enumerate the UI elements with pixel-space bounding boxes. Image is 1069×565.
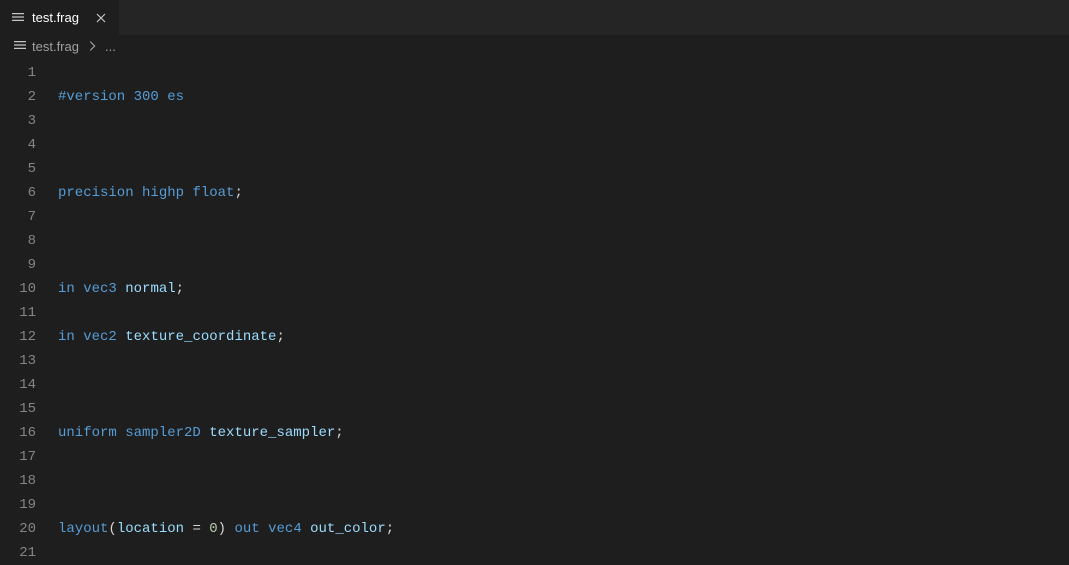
minimap[interactable] [1014,57,1069,565]
code-area[interactable]: #version 300 es precision highp float; i… [58,57,680,565]
code-token: texture_coordinate [125,329,276,345]
code-token: ; [335,425,343,441]
file-icon [12,38,28,54]
line-number: 9 [0,253,36,277]
line-number: 19 [0,493,36,517]
breadcrumb-more: ... [105,39,116,54]
code-token: vec3 [83,281,117,297]
tab-test-frag[interactable]: test.frag [0,0,120,35]
line-number: 20 [0,517,36,541]
line-number: 7 [0,205,36,229]
line-number: 16 [0,421,36,445]
code-token: out [234,521,259,537]
line-number: 13 [0,349,36,373]
breadcrumb-file: test.frag [32,39,79,54]
code-token: highp [142,185,184,201]
line-number-gutter: 123456789101112131415161718192021 [0,57,58,565]
code-token: vec4 [268,521,302,537]
line-number: 12 [0,325,36,349]
code-token: 0 [209,521,217,537]
code-token: layout [58,521,108,537]
code-token: #version [58,89,125,105]
code-token: = [184,521,209,537]
code-token: location [117,521,184,537]
code-token: ; [234,185,242,201]
code-token: ) [218,521,226,537]
tab-label: test.frag [32,10,79,25]
code-token: normal [125,281,175,297]
line-number: 8 [0,229,36,253]
line-number: 11 [0,301,36,325]
tab-bar: test.frag [0,0,1069,35]
line-number: 10 [0,277,36,301]
code-token: ; [386,521,394,537]
line-number: 2 [0,85,36,109]
code-token: texture_sampler [209,425,335,441]
close-icon[interactable] [93,10,109,26]
chevron-right-icon [83,39,101,53]
line-number: 21 [0,541,36,565]
code-token: sampler2D [125,425,201,441]
code-token: 300 es [125,89,184,105]
code-token: precision [58,185,134,201]
line-number: 3 [0,109,36,133]
line-number: 4 [0,133,36,157]
line-number: 6 [0,181,36,205]
code-token: vec2 [83,329,117,345]
code-token: uniform [58,425,117,441]
editor[interactable]: 123456789101112131415161718192021 #versi… [0,57,1069,565]
code-token: in [58,329,75,345]
code-token: ; [276,329,284,345]
code-token: ; [176,281,184,297]
code-token: float [192,185,234,201]
line-number: 18 [0,469,36,493]
line-number: 14 [0,373,36,397]
line-number: 15 [0,397,36,421]
line-number: 5 [0,157,36,181]
line-number: 17 [0,445,36,469]
code-token: in [58,281,75,297]
code-token: out_color [310,521,386,537]
breadcrumb[interactable]: test.frag ... [0,35,1069,57]
line-number: 1 [0,61,36,85]
file-icon [10,10,26,26]
code-token: ( [108,521,116,537]
